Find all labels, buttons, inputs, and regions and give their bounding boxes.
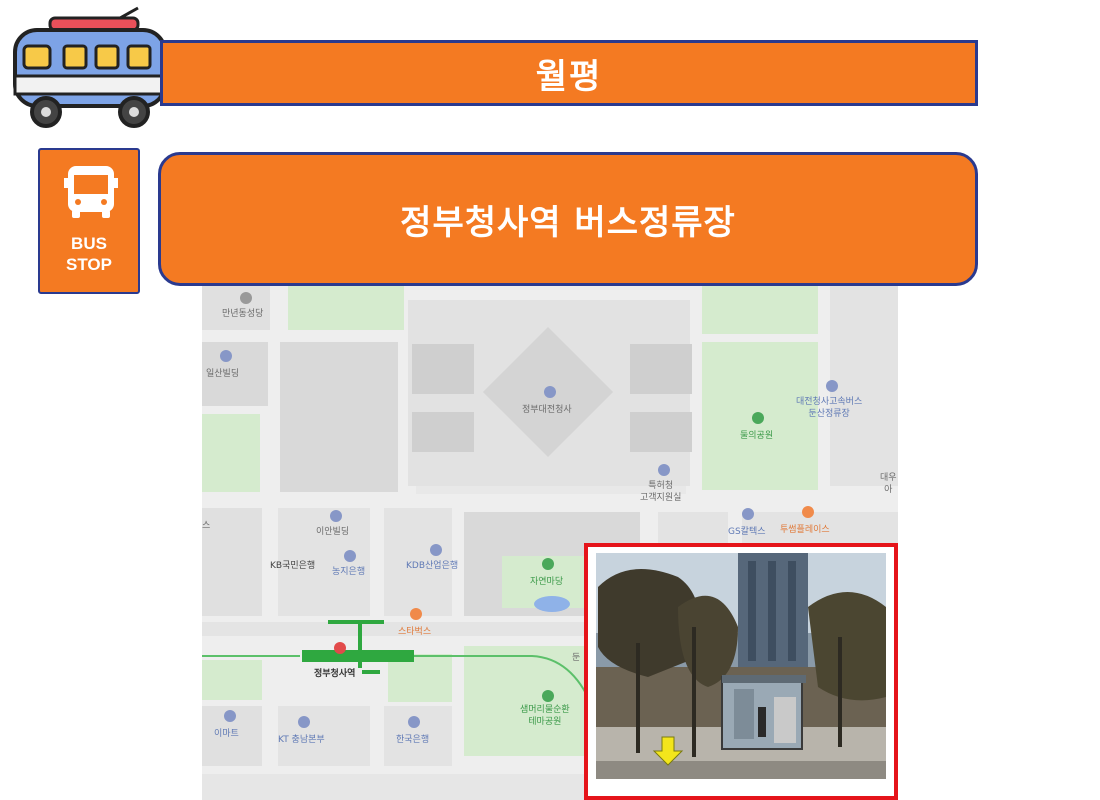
map-label: KT 충남본부 bbox=[278, 735, 325, 745]
bus-stop-sign: BUS STOP bbox=[38, 148, 140, 294]
map-label: 샘머리물순환 테마공원 bbox=[520, 705, 570, 727]
map-label: 투썸플레이스 bbox=[780, 525, 830, 535]
building-icon bbox=[330, 510, 342, 522]
map-label: 특허청 고객지원실 bbox=[640, 481, 682, 503]
building-icon bbox=[298, 716, 310, 728]
bus-icon bbox=[64, 164, 118, 226]
bus-stop-label-line2: STOP bbox=[66, 255, 112, 274]
map-label: 대전청사고속버스 둔산정류장 bbox=[796, 397, 863, 419]
page-title: 월평 bbox=[535, 56, 603, 97]
bank-icon bbox=[430, 544, 442, 556]
map-label: 이마트 bbox=[214, 729, 239, 739]
bank-icon bbox=[408, 716, 420, 728]
map-label: 자연마당 bbox=[530, 577, 564, 587]
map-label: KB국민은행 bbox=[270, 561, 316, 571]
park-icon bbox=[542, 558, 554, 570]
building-icon bbox=[220, 350, 232, 362]
map-label: 농지은행 bbox=[332, 567, 366, 577]
bus-icon bbox=[10, 4, 170, 132]
map-label: 한국은행 bbox=[396, 735, 430, 745]
government-building-icon bbox=[544, 386, 556, 398]
map-label: 만년동성당 bbox=[222, 309, 264, 319]
bus-stop-photo bbox=[584, 543, 898, 800]
stop-name-bar: 정부청사역 버스정류장 bbox=[158, 152, 978, 286]
page-title-bar: 월평 bbox=[160, 40, 978, 106]
map-label: 정부대전청사 bbox=[522, 405, 572, 415]
park-icon bbox=[752, 412, 764, 424]
stop-name: 정부청사역 버스정류장 bbox=[400, 202, 736, 243]
cafe-icon bbox=[410, 608, 422, 620]
church-icon bbox=[240, 292, 252, 304]
bus-stop-label-line1: BUS bbox=[71, 234, 107, 253]
map-label: 둔 bbox=[572, 653, 581, 663]
bus-terminal-icon bbox=[826, 380, 838, 392]
map-label: 일산빌딩 bbox=[206, 369, 240, 379]
gas-station-icon bbox=[742, 508, 754, 520]
map-label: KDB산업은행 bbox=[406, 561, 459, 571]
street-view-image bbox=[588, 547, 894, 796]
cafe-icon bbox=[802, 506, 814, 518]
store-icon bbox=[224, 710, 236, 722]
map-label: 이안빌딩 bbox=[316, 527, 350, 537]
map-label: 둘의공원 bbox=[740, 431, 774, 441]
map-label: 정부청사역 bbox=[314, 669, 356, 679]
office-icon bbox=[658, 464, 670, 476]
subway-station-icon bbox=[334, 642, 346, 654]
map-label: 스타벅스 bbox=[398, 627, 432, 637]
bank-icon bbox=[344, 550, 356, 562]
map-label: GS칼텍스 bbox=[728, 527, 766, 537]
map-label: 스 bbox=[202, 521, 211, 531]
park-icon bbox=[542, 690, 554, 702]
map-label: 대우 아 bbox=[880, 473, 897, 495]
